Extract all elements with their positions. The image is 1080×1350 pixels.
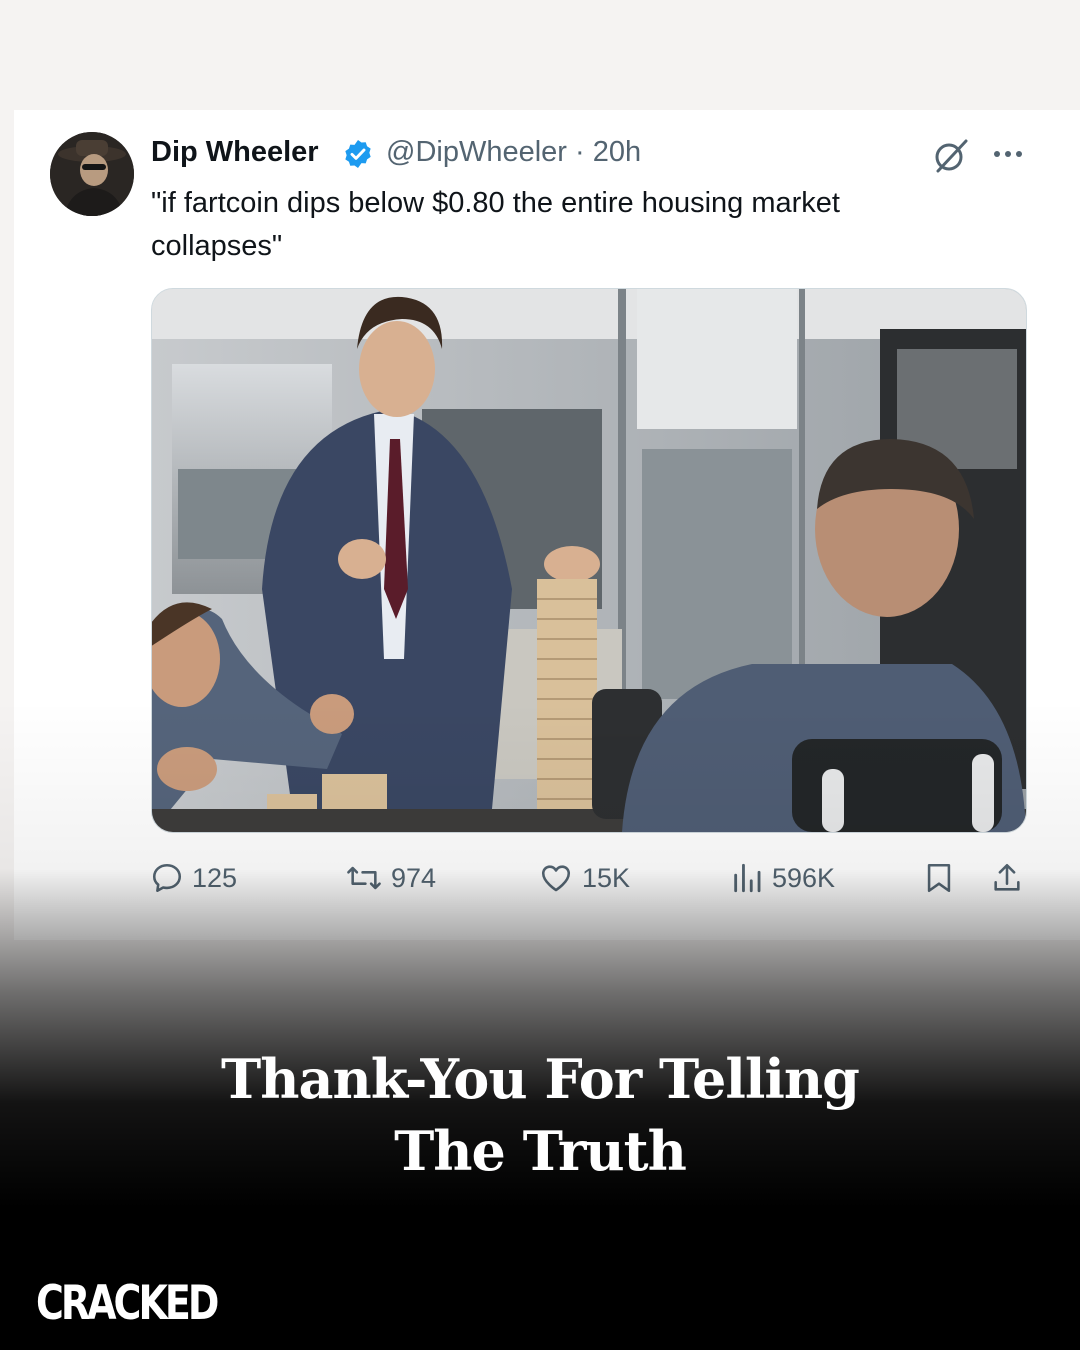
reply-count: 125 bbox=[192, 862, 238, 893]
grok-icon[interactable] bbox=[930, 138, 970, 174]
caption-line-1: Thank-You For Telling bbox=[221, 1047, 860, 1111]
share-button[interactable] bbox=[990, 855, 1024, 901]
share-icon bbox=[994, 863, 1020, 891]
reply-button[interactable]: 125 bbox=[150, 855, 237, 901]
views-count: 596K bbox=[772, 862, 836, 893]
tweet-text: "if fartcoin dips below $0.80 the entire… bbox=[151, 187, 840, 262]
cracked-logo: CRACKED bbox=[36, 1275, 219, 1330]
avatar[interactable] bbox=[50, 132, 134, 216]
verified-badge-icon bbox=[345, 140, 371, 168]
meme-caption: Thank-You For Telling The Truth bbox=[0, 1043, 1080, 1187]
bookmark-icon bbox=[927, 863, 951, 893]
retweet-icon bbox=[347, 866, 381, 890]
views-icon bbox=[734, 863, 761, 893]
like-button[interactable]: 15K bbox=[538, 855, 630, 901]
display-name[interactable]: Dip Wheeler bbox=[151, 136, 319, 169]
handle-and-time[interactable]: @DipWheeler · 20h bbox=[386, 136, 641, 169]
heart-icon bbox=[541, 865, 571, 892]
reply-icon bbox=[152, 863, 182, 893]
views-button[interactable]: 596K bbox=[730, 855, 835, 901]
retweet-button[interactable]: 974 bbox=[345, 855, 436, 901]
bookmark-button[interactable] bbox=[922, 855, 956, 901]
retweet-count: 974 bbox=[391, 862, 437, 893]
like-count: 15K bbox=[582, 862, 631, 893]
tweet-actions-bar: 125 974 15K 596K bbox=[0, 855, 1080, 905]
tweet-photo[interactable] bbox=[151, 288, 1027, 833]
more-options-icon[interactable] bbox=[990, 140, 1026, 168]
caption-line-2: The Truth bbox=[394, 1119, 687, 1183]
